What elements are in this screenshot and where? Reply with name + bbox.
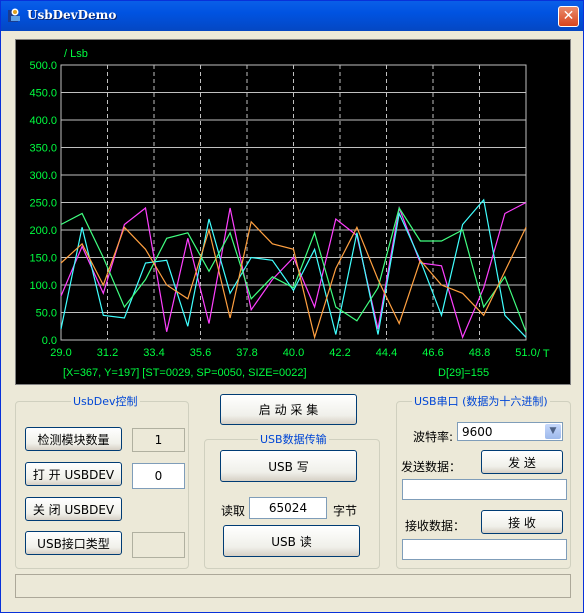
usb-serial-group-label: USB串口 (数据为十六进制) bbox=[412, 393, 550, 409]
send-data-field[interactable] bbox=[402, 479, 567, 500]
usb-interface-type-field[interactable] bbox=[132, 532, 185, 558]
y-tick-label: 150.0 bbox=[29, 253, 57, 265]
detect-module-count-button[interactable]: 检测模块数量 bbox=[25, 427, 122, 451]
baud-rate-label: 波特率: bbox=[413, 430, 454, 444]
receive-data-label: 接收数据： bbox=[405, 519, 466, 533]
status-bar bbox=[15, 574, 571, 598]
open-usbdev-field[interactable]: 0 bbox=[132, 463, 185, 489]
app-icon bbox=[8, 8, 20, 22]
open-usbdev-button[interactable]: 打 开 USBDEV bbox=[25, 462, 122, 486]
x-tick-label: 40.0 bbox=[283, 347, 304, 359]
receive-data-field[interactable] bbox=[402, 539, 567, 560]
chart-status-right: D[29]=155 bbox=[438, 367, 489, 379]
x-tick-label: 37.8 bbox=[236, 347, 257, 359]
chart-panel: 0.0 50.0 100.0 150.0 200.0 250.0 300.0 350.0 400… bbox=[15, 39, 571, 385]
x-tick-label: 46.6 bbox=[422, 347, 443, 359]
chart-status-left: [X=367, Y=197] [ST=0029, SP=0050, SIZE=0… bbox=[63, 367, 307, 379]
y-tick-label: 400.0 bbox=[29, 115, 57, 127]
x-tick-label: 31.2 bbox=[97, 347, 118, 359]
client-area: 0.0 50.0 100.0 150.0 200.0 250.0 300.0 350.0 400… bbox=[5, 31, 579, 611]
y-tick-label: 250.0 bbox=[29, 198, 57, 210]
y-axis-label: / Lsb bbox=[64, 48, 88, 60]
title-bar[interactable]: UsbDevDemo ✕ bbox=[1, 1, 583, 31]
usb-transfer-group-label: USB数据传输 bbox=[258, 431, 329, 447]
read-label: 读取 bbox=[221, 504, 246, 518]
usb-interface-type-button[interactable]: USB接口类型 bbox=[25, 531, 122, 555]
x-tick-label: 35.6 bbox=[190, 347, 211, 359]
y-tick-label: 450.0 bbox=[29, 88, 57, 100]
y-tick-label: 350.0 bbox=[29, 143, 57, 155]
y-tick-label: 500.0 bbox=[29, 60, 57, 72]
close-usbdev-button[interactable]: 关 闭 USBDEV bbox=[25, 497, 122, 521]
x-tick-label: 51.0 bbox=[515, 347, 536, 359]
start-acquisition-button[interactable]: 启 动 采 集 bbox=[220, 394, 357, 425]
x-tick-label: 33.4 bbox=[143, 347, 164, 359]
receive-button[interactable]: 接 收 bbox=[481, 510, 563, 534]
baud-rate-value: 9600 bbox=[462, 425, 493, 439]
baud-rate-select[interactable]: 9600 ▼ bbox=[457, 422, 563, 441]
x-tick-label: 44.4 bbox=[376, 347, 397, 359]
close-button[interactable]: ✕ bbox=[558, 6, 579, 27]
read-bytes-field[interactable]: 65024 bbox=[249, 497, 327, 519]
x-axis-label: / T bbox=[537, 348, 550, 360]
usb-read-button[interactable]: USB 读 bbox=[223, 525, 360, 557]
line-chart: 0.0 50.0 100.0 150.0 200.0 250.0 300.0 350.0 400… bbox=[29, 48, 550, 379]
x-tick-labels: 29.0 31.2 33.4 35.6 37.8 40.0 42.2 44.4 46.6 48.8… bbox=[50, 347, 536, 359]
usbdev-group-label: UsbDev控制 bbox=[71, 393, 140, 409]
bytes-label: 字节 bbox=[333, 504, 358, 518]
send-button[interactable]: 发 送 bbox=[481, 450, 563, 474]
x-tick-label: 48.8 bbox=[469, 347, 490, 359]
y-tick-label: 50.0 bbox=[36, 308, 57, 320]
chevron-down-icon[interactable]: ▼ bbox=[545, 424, 561, 439]
window-title: UsbDevDemo bbox=[27, 8, 117, 22]
y-tick-label: 200.0 bbox=[29, 225, 57, 237]
y-tick-labels: 0.0 50.0 100.0 150.0 200.0 250.0 300.0 350.0 400… bbox=[29, 60, 57, 347]
send-data-label: 发送数据： bbox=[401, 460, 462, 474]
y-tick-label: 100.0 bbox=[29, 280, 57, 292]
y-tick-label: 300.0 bbox=[29, 170, 57, 182]
close-icon: ✕ bbox=[562, 8, 575, 24]
y-tick-label: 0.0 bbox=[42, 335, 57, 347]
x-tick-label: 42.2 bbox=[329, 347, 350, 359]
app-window: UsbDevDemo ✕ 0.0 50.0 100.0 150.0 200.0 250.0… bbox=[0, 0, 584, 613]
usb-write-button[interactable]: USB 写 bbox=[220, 450, 357, 482]
x-tick-label: 29.0 bbox=[50, 347, 71, 359]
module-count-field[interactable]: 1 bbox=[132, 428, 185, 452]
